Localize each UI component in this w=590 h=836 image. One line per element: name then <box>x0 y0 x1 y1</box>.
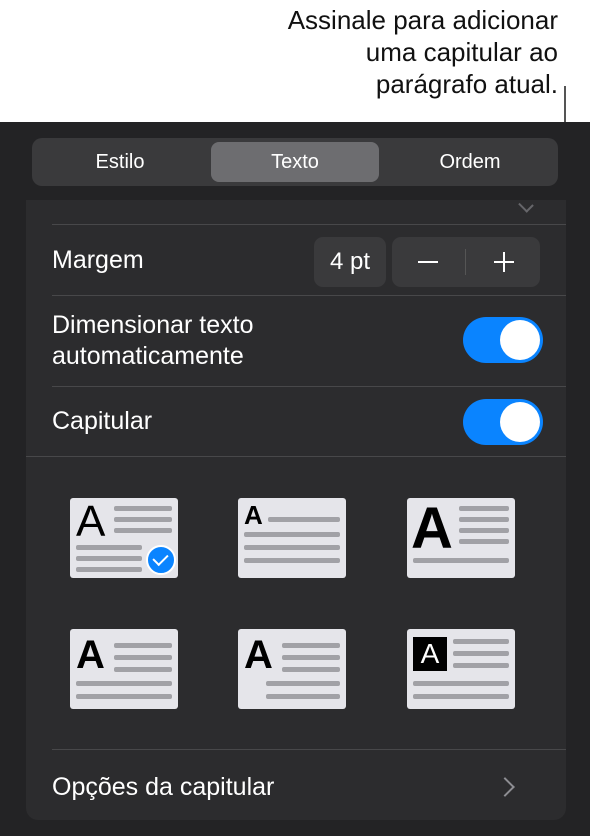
margin-value-field[interactable]: 4 pt <box>314 237 386 287</box>
dropcap-style-6[interactable]: A <box>407 629 515 709</box>
dropcap-label: Capitular <box>52 407 153 435</box>
toggle-knob <box>500 320 540 360</box>
dropcap-letter: A <box>411 496 453 561</box>
margin-stepper <box>392 237 540 287</box>
dropcap-style-1[interactable]: A <box>70 498 178 578</box>
stepper-divider <box>465 249 466 275</box>
divider <box>52 749 566 750</box>
toggle-knob <box>500 402 540 442</box>
segmented-control: Estilo Texto Ordem <box>32 138 558 186</box>
tab-texto[interactable]: Texto <box>211 142 379 182</box>
format-panel: Estilo Texto Ordem Margem 4 pt Dimension… <box>0 122 590 836</box>
selected-checkmark-icon <box>146 545 176 575</box>
divider <box>52 386 566 387</box>
dropcap-letter: A <box>244 633 273 677</box>
divider <box>52 295 566 296</box>
tab-ordem[interactable]: Ordem <box>388 142 552 182</box>
dropcap-letter: A <box>244 500 263 530</box>
previous-row-partial <box>26 200 566 224</box>
autosize-label: Dimensionar texto automaticamente <box>52 310 253 372</box>
callout-line-2: uma capitular ao <box>365 37 558 67</box>
chevron-down-icon <box>518 200 534 213</box>
decrease-button[interactable] <box>392 237 464 287</box>
dropcap-style-5[interactable]: A <box>238 629 346 709</box>
divider <box>26 456 566 457</box>
callout-text: Assinale para adicionar uma capitular ao… <box>158 4 558 100</box>
increase-button[interactable] <box>468 237 540 287</box>
margin-label: Margem <box>52 246 144 274</box>
autosize-label-line-2: automaticamente <box>52 342 244 370</box>
dropcap-letter: A <box>420 638 440 669</box>
dropcap-toggle[interactable] <box>463 399 543 445</box>
autosize-toggle[interactable] <box>463 317 543 363</box>
autosize-label-line-1: Dimensionar texto <box>52 311 254 339</box>
callout-line-1: Assinale para adicionar <box>287 5 558 35</box>
dropcap-style-3[interactable]: A <box>407 498 515 578</box>
callout-line-3: parágrafo atual. <box>375 69 558 99</box>
tab-estilo[interactable]: Estilo <box>38 142 202 182</box>
plus-icon <box>503 252 505 272</box>
divider <box>52 224 566 225</box>
dropcap-style-4[interactable]: A <box>70 629 178 709</box>
text-settings-sheet: Margem 4 pt Dimensionar texto automatica… <box>26 200 566 820</box>
dropcap-style-2[interactable]: A <box>238 498 346 578</box>
minus-icon <box>418 261 438 263</box>
dropcap-letter: A <box>76 633 105 677</box>
dropcap-letter: A <box>76 497 106 546</box>
dropcap-options-label[interactable]: Opções da capitular <box>52 773 274 802</box>
dropcap-box: A <box>413 637 447 671</box>
